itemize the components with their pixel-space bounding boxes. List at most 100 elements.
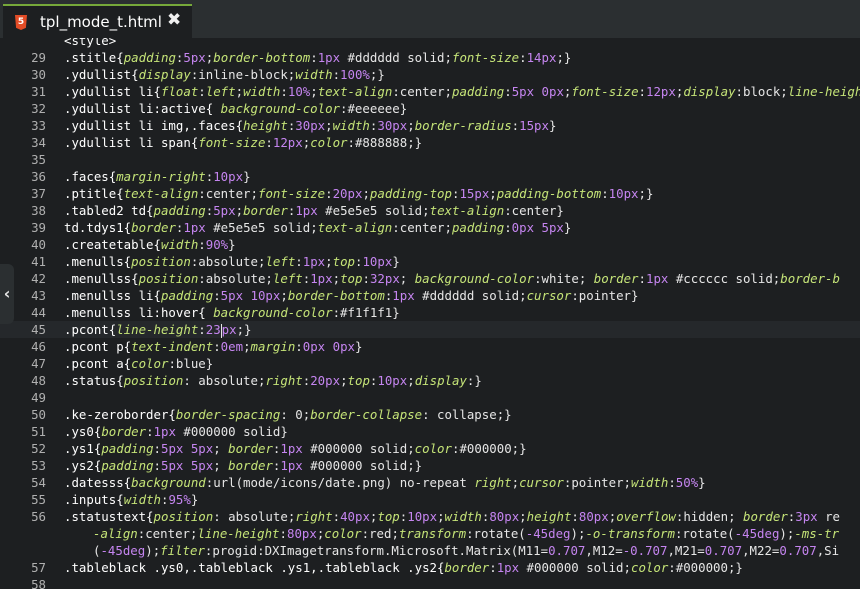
code-line-wrap[interactable]: -align:center;line-height:80px;color:red…	[0, 525, 860, 542]
line-number: 51	[31, 424, 46, 439]
token: text-align	[123, 186, 199, 201]
code-line[interactable]: 50 .ke-zeroborder{border-spacing: 0;borde…	[0, 406, 860, 423]
token: px	[221, 322, 237, 337]
line-number: 52	[31, 441, 46, 456]
token: 1px	[645, 271, 669, 286]
code-line[interactable]: 48 .status{position: absolute;right:20px;…	[0, 372, 860, 389]
code-text: .menullss{position:absolute;left:1px;top…	[64, 270, 840, 287]
token: text-align	[317, 220, 393, 235]
code-line[interactable]: 55 .inputs{width:95%}	[0, 491, 860, 508]
token: :center;	[392, 84, 453, 99]
code-line[interactable]: 35	[0, 151, 860, 168]
token: :center;	[392, 220, 452, 235]
token: border	[228, 458, 273, 473]
token: padding-top	[369, 186, 452, 201]
code-line[interactable]: 54 .datesss{background:url(mode/icons/dat…	[0, 474, 860, 491]
token: #000000 solid;	[519, 560, 631, 575]
code-line[interactable]: 36 .faces{margin-right:10px}	[0, 168, 860, 185]
token: :block;	[735, 84, 788, 99]
token: }	[392, 254, 400, 269]
token: :	[213, 339, 221, 354]
token: 1px	[317, 50, 341, 65]
code-line[interactable]: 37 .ptitle{text-align:center;font-size:20…	[0, 185, 860, 202]
token: -o-transform	[585, 526, 675, 541]
token: border	[101, 424, 147, 439]
token: width	[243, 84, 281, 99]
token: 3px	[795, 509, 818, 524]
token: 15px	[459, 186, 490, 201]
token: float	[160, 84, 199, 99]
token: height	[526, 509, 572, 524]
code-line[interactable]: 29 .stitle{padding:5px;border-bottom:1px …	[0, 49, 860, 66]
token: :center}	[504, 203, 564, 218]
code-text: td.tdys1{border: 1px #e5e5e5 solid;text-a…	[64, 219, 571, 236]
token: :	[295, 339, 303, 354]
code-line[interactable]: 40 .createtable{width:90%}	[0, 236, 860, 253]
code-line[interactable]: <style>	[0, 38, 860, 49]
line-number: 55	[31, 492, 46, 507]
close-icon[interactable]: ✖	[167, 10, 181, 30]
token: :	[198, 322, 206, 337]
token: ;}	[638, 186, 654, 201]
token: display	[683, 84, 736, 99]
token: font-size	[451, 50, 520, 65]
code-line[interactable]: 47 .pcont a{color:blue}	[0, 355, 860, 372]
code-line[interactable]: 30 .ydullist{display:inline-block;width:1…	[0, 66, 860, 83]
token: }	[190, 492, 199, 507]
token: overflow	[616, 509, 676, 524]
token: border-spacing	[175, 407, 281, 422]
collapse-sidebar-button[interactable]: ‹	[0, 264, 14, 324]
code-line[interactable]: 49	[0, 389, 860, 406]
token: 23	[205, 322, 221, 337]
code-line[interactable]: 53 .ys2{padding:5px 5px; border:1px #0000…	[0, 457, 860, 474]
code-line[interactable]: 33 .ydullist li img,.faces{height:30px;wi…	[0, 117, 860, 134]
token: margin-right	[116, 169, 206, 184]
token: .ke-zeroborder{	[64, 407, 176, 422]
code-editor[interactable]: <style> 29 .stitle{padding:5px;border-bott…	[0, 38, 860, 589]
token: }	[228, 237, 236, 252]
token: :red;	[361, 526, 399, 541]
code-line[interactable]: 34 .ydullist li span{font-size:12px;color…	[0, 134, 860, 151]
token: :	[295, 254, 303, 269]
token: :pointer;	[563, 475, 631, 490]
token: :#000000;}	[451, 441, 527, 456]
code-line[interactable]: 52 .ys1{padding:5px 5px; border:1px #0000…	[0, 440, 860, 457]
token: re	[817, 509, 841, 524]
token: position	[123, 373, 184, 388]
code-text: .ys1{padding:5px 5px; border:1px #000000…	[64, 440, 527, 457]
code-line[interactable]: 57 .tableblack .ys0,.tableblack .ys1,.tab…	[0, 559, 860, 576]
code-line[interactable]: 41 .menulls{position:absolute;left:1px;to…	[0, 253, 860, 270]
token: #e5e5e5 solid;	[205, 220, 318, 235]
code-line[interactable]: 42 .menullss{position:absolute;left:1px;t…	[0, 270, 860, 287]
token: 5px 10px	[220, 288, 281, 303]
token: border	[131, 220, 176, 235]
token: .ydullist{	[64, 67, 139, 82]
code-line[interactable]: 32 .ydullist li:active{ background-color:…	[0, 100, 860, 117]
token: ;	[340, 373, 348, 388]
code-line[interactable]: 43 .menullss li{padding:5px 10px;border-b…	[0, 287, 860, 304]
tab-file[interactable]: 5 tpl_mode_t.html ✖	[3, 4, 192, 38]
token: position	[153, 509, 214, 524]
token: ;	[489, 186, 497, 201]
code-line[interactable]: 31 .ydullist li{float:left;width:10%;text…	[0, 83, 860, 100]
code-line[interactable]: 38 .tabled2 td{padding:5px;border:1px #e5…	[0, 202, 860, 219]
token: border-collapse	[310, 407, 423, 422]
code-line[interactable]: 46 .pcont p{text-indent:0em;margin:0px 0p…	[0, 338, 860, 355]
token: ;	[235, 203, 244, 218]
code-line[interactable]: 51 .ys0{border:1px #000000 solid}	[0, 423, 860, 440]
code-text: .menulls{position:absolute;left:1px;top:…	[64, 253, 400, 270]
token: :rotate(	[674, 526, 735, 541]
token: 95%	[168, 492, 191, 507]
line-number: 33	[31, 118, 46, 133]
line-number: 36	[31, 169, 46, 184]
code-line[interactable]: 44 .menullss li:hover{ background-color:#…	[0, 304, 860, 321]
token: border	[228, 441, 273, 456]
code-line-wrap[interactable]: (-45deg);filter:progid:DXImagetransform.…	[0, 542, 860, 559]
token: 1px	[496, 560, 520, 575]
line-number: 53	[31, 458, 46, 473]
code-line[interactable]: 58	[0, 576, 860, 589]
code-line[interactable]: 45 .pcont{line-height:23px;}	[0, 321, 860, 338]
code-line[interactable]: 39 td.tdys1{border: 1px #e5e5e5 solid;text…	[0, 219, 860, 236]
code-line[interactable]: 56 .statustext{position: absolute;right:4…	[0, 508, 860, 525]
token: }	[354, 339, 363, 354]
